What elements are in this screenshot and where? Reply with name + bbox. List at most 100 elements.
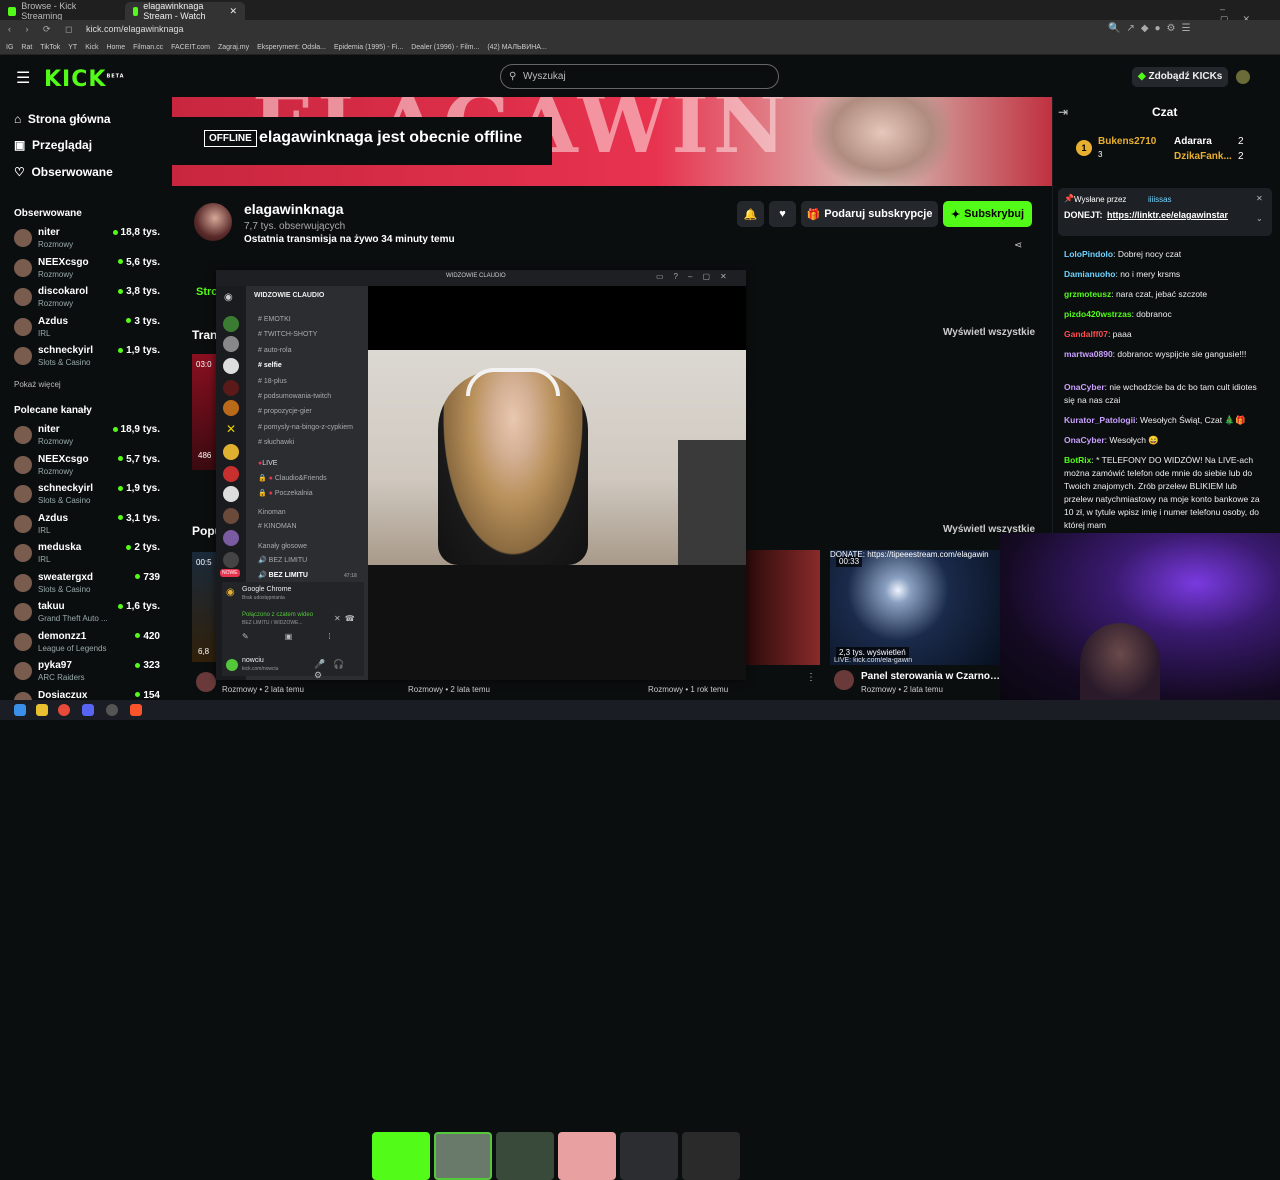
bookmark[interactable]: Home [106,44,125,51]
channel-avatar[interactable] [192,201,234,243]
video-thumbnail[interactable]: 00:33 2,3 tys. wyświetleń LIVE: kick.com… [830,550,1000,665]
bookmark[interactable]: Rat [21,44,32,51]
close-icon[interactable]: ✕ [229,6,237,17]
channel-item[interactable]: # KINOMAN [258,523,297,530]
url-input[interactable]: kick.com/elagawinknaga [86,24,184,34]
mic-headset-settings-icons[interactable]: 🎤🎧⚙ [314,659,364,681]
window-controls[interactable]: ▭?–▢✕ [656,272,737,281]
chevron-down-icon[interactable]: ⌄ [1256,214,1263,223]
category-kinoman[interactable]: Kinoman [258,509,286,516]
tab-home[interactable]: Stro [196,286,218,298]
active-voice-channel[interactable]: 🔊 BEZ LIMITU 47:18 [258,571,357,579]
obs-icon[interactable] [106,704,118,716]
channel-item[interactable]: # 18-plus [258,378,287,385]
chrome-icon[interactable] [58,704,70,716]
channel-item[interactable]: # pomysly-na-bingo-z-cypkiem [258,424,353,431]
category-live[interactable]: ●LIVE [258,460,277,467]
webcam-video[interactable] [368,350,746,565]
gift-sub-button[interactable]: 🎁 Podaruj subskrypcje [801,201,938,227]
channel-item[interactable]: 🔒 ● Claudio&Friends [258,474,327,482]
bookmark[interactable]: IG [6,44,13,51]
sidebar-channel[interactable]: niter Rozmowy 18,9 tys. [14,424,160,452]
chat-username[interactable]: Kurator_Patologii [1064,415,1135,425]
sidebar-channel[interactable]: niter Rozmowy 18,8 tys. [14,227,160,255]
channel-item[interactable]: # podsumowania-twitch [258,393,331,400]
sidebar-channel[interactable]: discokarol Rozmowy 3,8 tys. [14,286,160,314]
sidebar-channel[interactable]: sweatergxd Slots & Casino 739 [14,572,160,600]
server-icon[interactable] [223,466,239,482]
show-more-link[interactable]: Pokaż więcej [14,380,61,389]
chat-username[interactable]: BotRix [1064,455,1091,465]
participant-tile[interactable] [558,1132,616,1180]
menu-icon[interactable]: ☰ [16,68,30,88]
server-icon[interactable] [223,316,239,332]
channel-name[interactable]: elagawinknaga [244,201,344,217]
server-icon[interactable]: ✕ [223,422,239,438]
channel-item[interactable]: # propozycje-gier [258,408,312,415]
unpin-icon[interactable]: ✕ [1256,194,1263,203]
chat-username[interactable]: grzmoteusz [1064,289,1111,299]
bookmark[interactable]: Epidemia (1995) - Fi... [334,44,403,51]
get-kicks-button[interactable]: ◆ Zdobądź KICKs [1132,67,1229,87]
extension-icons[interactable]: 🔍↗◆●⚙☰ [1108,23,1197,34]
avatar[interactable] [196,672,216,692]
folder-icon[interactable] [36,704,48,716]
more-options-icon[interactable]: ⋮ [806,672,816,683]
server-icon[interactable] [223,444,239,460]
share-icon[interactable]: ⋖ [1014,240,1022,251]
chat-username[interactable]: martwa0890 [1064,349,1113,359]
channel-item[interactable]: # selfie [258,362,282,369]
discord-icon[interactable]: ◉ [224,292,233,303]
sidebar-item-browse[interactable]: ▣ Przeglądaj [14,138,92,152]
pinned-link[interactable]: https://linktr.ee/elagawinstar [1107,210,1228,220]
sidebar-channel[interactable]: Azdus IRL 3 tys. [14,316,160,344]
nav-arrows-icon[interactable]: ‹ › ⟳ ◻ [8,24,79,35]
discord-icon[interactable] [82,704,94,716]
video-thumbnail[interactable] [745,550,820,665]
video-thumbnail[interactable]: 03:0 486 [192,354,216,470]
avatar[interactable] [226,659,238,671]
bookmark[interactable]: (42) МАЛЬВИНА... [487,44,547,51]
category-voice[interactable]: Kanały głosowe [258,543,307,550]
bookmark[interactable]: FACEIT.com [171,44,210,51]
leaderboard-user[interactable]: Bukens2710 [1098,136,1156,147]
collapse-chat-icon[interactable]: ⇥ [1058,105,1068,119]
search-input[interactable]: ⚲ Wyszukaj [500,64,779,89]
leaderboard-user[interactable]: DzikaFank... [1174,151,1232,162]
avatar[interactable] [1236,70,1250,84]
voice-control-icons[interactable]: ✕☎ [334,614,359,623]
bookmark[interactable]: Eksperyment: Odsła... [257,44,326,51]
subscribe-button[interactable]: ✦ Subskrybuj [943,201,1032,227]
server-icon[interactable] [223,486,239,502]
windows-icon[interactable] [14,704,26,716]
sidebar-channel[interactable]: Azdus IRL 3,1 tys. [14,513,160,541]
sidebar-item-home[interactable]: ⌂ Strona główna [14,112,111,126]
brave-icon[interactable] [130,704,142,716]
participant-tile[interactable] [372,1132,430,1180]
participant-tile[interactable] [620,1132,678,1180]
browser-tab-active[interactable]: elagawinknaga Stream - Watch ✕ [125,1,245,21]
chat-username[interactable]: pizdo420wstrzas [1064,309,1132,319]
notification-button[interactable]: 🔔 [737,201,764,227]
server-icon[interactable] [223,358,239,374]
sidebar-channel[interactable]: schneckyirl Slots & Casino 1,9 tys. [14,483,160,511]
participant-tile[interactable] [496,1132,554,1180]
chat-username[interactable]: OnaCyber [1064,435,1105,445]
video-thumbnail[interactable]: 00:5 6,8 [192,552,216,662]
voice-action-icons[interactable]: ✎▣⁞ [242,632,366,641]
chat-username[interactable]: LoloPindolo [1064,249,1113,259]
bookmark[interactable]: YT [68,44,77,51]
channel-item[interactable]: # auto-rola [258,347,291,354]
server-icon[interactable] [223,508,239,524]
pinned-message[interactable]: 📌 Wysłane przez iiiissas DONEJT: https:/… [1058,188,1272,236]
server-icon[interactable] [223,380,239,396]
sidebar-channel[interactable]: schneckyirl Slots & Casino 1,9 tys. [14,345,160,373]
leaderboard-user[interactable]: Adarara [1174,136,1212,147]
browser-tab[interactable]: Browse - Kick Streaming [0,1,120,21]
avatar[interactable] [834,670,854,690]
bookmark[interactable]: Zagraj.my [218,44,249,51]
sidebar-channel[interactable]: takuu Grand Theft Auto ... 1,6 tys. [14,601,160,629]
channel-item[interactable]: # TWITCH-SHOTY [258,331,317,338]
sidebar-channel[interactable]: demonzz1 League of Legends 420 [14,631,160,659]
sidebar-channel[interactable]: NEEXcsgo Rozmowy 5,6 tys. [14,257,160,285]
